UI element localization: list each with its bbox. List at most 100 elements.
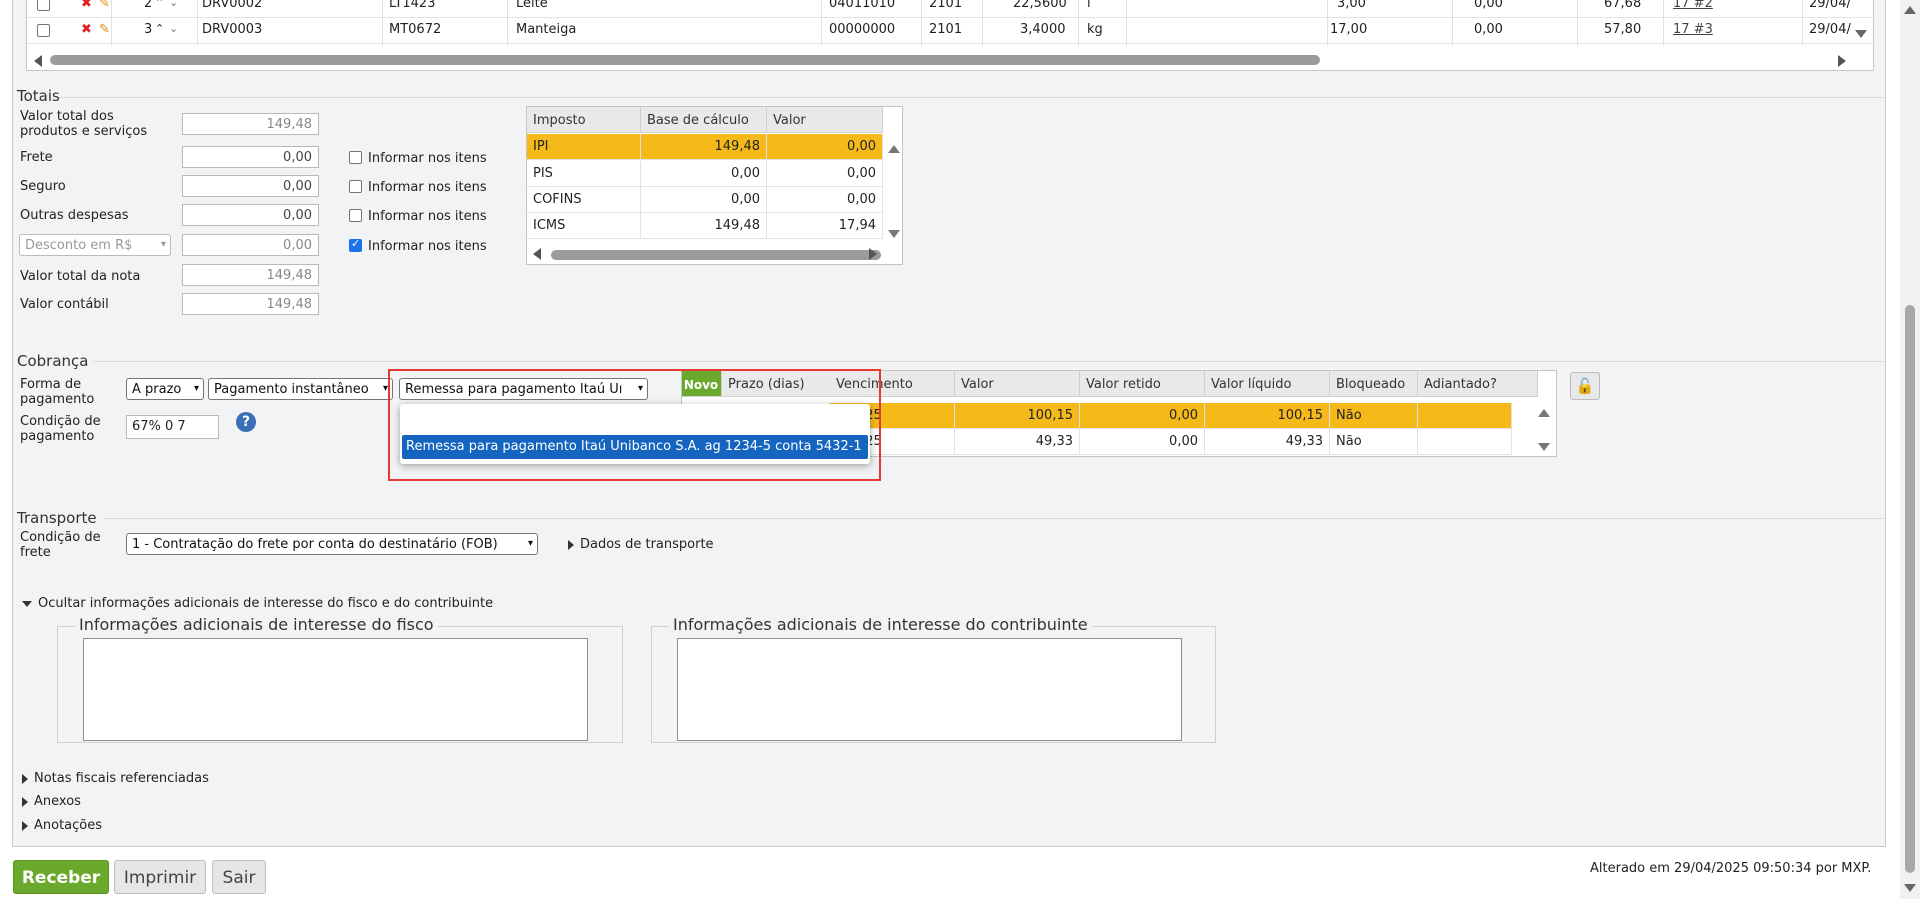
- label-forma-pagamento: Forma de pagamento: [20, 377, 95, 407]
- tipo-pagamento-value: Pagamento instantâneo: [214, 382, 369, 397]
- adicionais-toggle[interactable]: Ocultar informações adicionais de intere…: [22, 596, 493, 611]
- condicao-frete-select[interactable]: 1 - Contratação do frete por conta do de…: [126, 533, 538, 555]
- fisco-textarea[interactable]: [83, 638, 588, 741]
- scroll-down-icon[interactable]: [1538, 443, 1550, 451]
- tax-cell[interactable]: 17,94: [767, 213, 883, 239]
- notas-referenciadas-toggle[interactable]: Notas fiscais referenciadas: [22, 771, 209, 786]
- item-link[interactable]: 17 #3: [1673, 22, 1713, 37]
- expand-icon: [568, 539, 574, 550]
- parcelas-header: Valor: [955, 371, 1080, 397]
- item-date: 29/04/: [1809, 0, 1851, 11]
- condicao-pagamento-input[interactable]: 67% 0 7: [126, 415, 219, 439]
- scroll-left-icon[interactable]: [34, 55, 42, 67]
- forma-pagamento-select[interactable]: A prazo ▾: [126, 378, 204, 400]
- help-icon[interactable]: ?: [236, 412, 256, 432]
- parcela-cell[interactable]: 100,15: [1205, 403, 1330, 429]
- tax-cell[interactable]: 149,48: [641, 213, 767, 239]
- tax-cell[interactable]: 0,00: [767, 161, 883, 187]
- scroll-right-icon[interactable]: [1838, 55, 1846, 67]
- tax-horizontal-scrollbar[interactable]: [551, 250, 881, 260]
- tax-cell[interactable]: IPI: [527, 134, 641, 160]
- parcela-cell[interactable]: 100,15: [955, 403, 1080, 429]
- scroll-up-icon[interactable]: [1904, 6, 1916, 14]
- tax-cell[interactable]: 0,00: [767, 187, 883, 213]
- informar-label: Informar nos itens: [368, 239, 487, 254]
- item-ncm: 00000000: [829, 22, 896, 37]
- informar-seguro-checkbox[interactable]: [349, 180, 362, 193]
- move-down-icon[interactable]: ⌄: [169, 22, 178, 35]
- informar-desconto-checkbox[interactable]: [349, 237, 362, 252]
- parcela-cell[interactable]: 0,00: [1080, 429, 1205, 455]
- delete-icon[interactable]: ✖: [81, 0, 92, 11]
- divider: [1452, 0, 1453, 46]
- parcela-cell[interactable]: [1418, 429, 1512, 455]
- outras-despesas-field[interactable]: 0,00: [182, 204, 319, 226]
- unlock-icon[interactable]: 🔓: [1570, 372, 1600, 400]
- scroll-down-icon[interactable]: [1855, 30, 1867, 38]
- tax-cell[interactable]: 149,48: [641, 134, 767, 160]
- imprimir-button[interactable]: Imprimir: [114, 860, 206, 894]
- anexos-toggle[interactable]: Anexos: [22, 794, 81, 809]
- tax-cell[interactable]: PIS: [527, 161, 641, 187]
- anotacoes-toggle[interactable]: Anotações: [22, 818, 102, 833]
- tax-cell[interactable]: 0,00: [641, 187, 767, 213]
- scroll-up-icon[interactable]: [888, 145, 900, 153]
- row-checkbox[interactable]: [37, 0, 50, 11]
- scrollbar-thumb[interactable]: [1905, 305, 1915, 873]
- divider: [507, 0, 508, 46]
- item-link[interactable]: 17 #2: [1673, 0, 1713, 11]
- scroll-down-icon[interactable]: [888, 230, 900, 238]
- scroll-right-icon[interactable]: [869, 248, 877, 260]
- seguro-field[interactable]: 0,00: [182, 175, 319, 197]
- parcela-cell[interactable]: 49,33: [1205, 429, 1330, 455]
- dados-transporte-toggle[interactable]: Dados de transporte: [568, 537, 714, 552]
- scroll-left-icon[interactable]: [533, 248, 541, 260]
- item-col: 67,68: [1604, 0, 1642, 11]
- frete-field[interactable]: 0,00: [182, 146, 319, 168]
- scroll-down-icon[interactable]: [1904, 884, 1916, 892]
- tax-cell[interactable]: 0,00: [641, 161, 767, 187]
- divider: [1078, 0, 1079, 46]
- items-horizontal-scrollbar[interactable]: [50, 55, 1320, 65]
- desconto-field[interactable]: 0,00: [182, 234, 319, 256]
- parcela-cell[interactable]: [1418, 403, 1512, 429]
- item-cfop: 2101: [929, 0, 963, 11]
- tipo-pagamento-select[interactable]: Pagamento instantâneo ▾: [208, 378, 393, 400]
- divider: [982, 0, 983, 46]
- parcela-cell[interactable]: Não: [1330, 429, 1418, 455]
- informar-frete-checkbox[interactable]: [349, 151, 362, 164]
- informar-outras-checkbox[interactable]: [349, 209, 362, 222]
- delete-icon[interactable]: ✖: [81, 22, 92, 37]
- edit-icon[interactable]: ✎: [99, 22, 110, 37]
- valor-total-nota-field[interactable]: 149,48: [182, 264, 319, 286]
- move-down-icon[interactable]: ⌄: [169, 0, 178, 9]
- tax-cell[interactable]: 0,00: [767, 134, 883, 160]
- label-valor-total-nota: Valor total da nota: [20, 269, 141, 284]
- move-up-icon[interactable]: ⌃: [155, 0, 164, 9]
- adicionais-toggle-label: Ocultar informações adicionais de intere…: [38, 596, 494, 611]
- parcela-cell[interactable]: 0,00: [1080, 403, 1205, 429]
- item-col: 0,00: [1474, 0, 1503, 11]
- edit-icon[interactable]: ✎: [99, 0, 110, 11]
- divider: [1126, 0, 1127, 46]
- valor-contabil-field[interactable]: 149,48: [182, 293, 319, 315]
- receber-button[interactable]: Receber: [13, 860, 109, 894]
- desconto-select-value: Desconto em R$: [25, 238, 133, 253]
- parcela-cell[interactable]: Não: [1330, 403, 1418, 429]
- item-qty: 22,5600: [1013, 0, 1067, 11]
- notas-referenciadas-label: Notas fiscais referenciadas: [34, 771, 209, 786]
- contribuinte-textarea[interactable]: [677, 638, 1182, 741]
- sair-button[interactable]: Sair: [212, 860, 266, 894]
- parcelas-header: Bloqueado: [1330, 371, 1418, 397]
- parcela-cell[interactable]: 49,33: [955, 429, 1080, 455]
- tax-cell[interactable]: COFINS: [527, 187, 641, 213]
- section-title-totais: Totais: [17, 87, 60, 105]
- row-checkbox[interactable]: [37, 24, 50, 37]
- tax-cell[interactable]: ICMS: [527, 213, 641, 239]
- item-product: MT0672: [389, 22, 442, 37]
- scroll-up-icon[interactable]: [1538, 409, 1550, 417]
- desconto-select[interactable]: Desconto em R$ ▾: [19, 234, 171, 256]
- move-up-icon[interactable]: ⌃: [155, 22, 164, 35]
- valor-total-produtos-field[interactable]: 149,48: [182, 113, 319, 135]
- page-vertical-scrollbar[interactable]: [1900, 0, 1920, 899]
